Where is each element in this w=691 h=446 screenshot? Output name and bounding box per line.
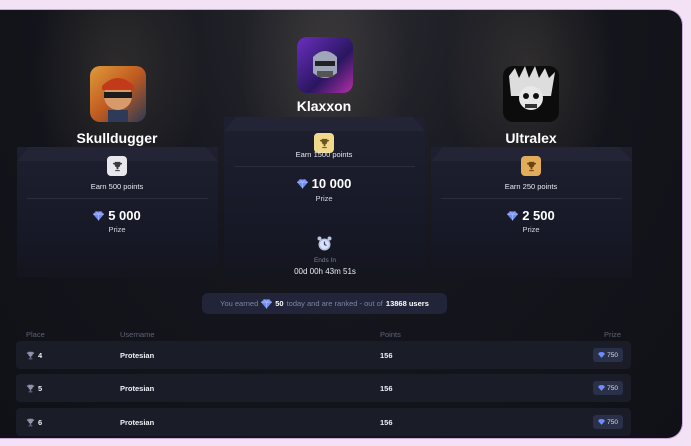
trophy-icon [521,156,541,176]
trophy-icon [26,384,35,392]
table-row[interactable]: 5 Protesian 156 750 [16,374,631,402]
prize-label: Prize [522,225,540,234]
prize-label: Prize [315,194,333,203]
podium-prize-second: 5 000 [17,208,217,223]
timer-value: 00d 00h 43m 51s [294,267,356,276]
podium-name-second: Skulldugger [76,130,158,146]
gem-icon [598,385,606,391]
podium-name-first: Klaxxon [296,98,352,114]
divider [27,198,208,199]
column-header-place: Place [26,330,45,339]
gem-icon [261,298,273,309]
gem-icon [598,352,606,358]
trophy-icon [26,418,35,426]
avatar-klaxxon[interactable] [297,37,353,93]
row-points: 156 [380,350,393,360]
avatar-skulldugger[interactable] [90,66,146,122]
row-username: Protesian [120,383,155,393]
podium-goal-first: Earn 1500 points [295,150,353,159]
leaderboard-panel: Skulldugger Klaxxon Ultralex Earn 500 po… [0,9,683,439]
column-header-username: Username [120,330,155,339]
row-place: 5 [26,374,42,402]
alarm-clock-icon [317,236,332,251]
podium-prize-first: 10 000 [224,176,424,191]
gem-icon [296,178,308,189]
row-username: Protesian [120,350,155,360]
gem-icon [598,419,606,425]
avatar-ultralex[interactable] [503,66,559,122]
row-points: 156 [380,383,393,393]
trophy-icon [26,351,35,359]
row-prize: 750 [593,348,623,362]
column-header-prize: Prize [604,330,622,339]
podium-name-third: Ultralex [505,130,557,146]
podium-goal-third: Earn 250 points [504,182,558,191]
summary-middle: today and are ranked - out of [286,299,383,308]
rank-summary: You earned 50 today and are ranked - out… [202,293,447,314]
timer-label: Ends In [313,257,337,264]
prize-label: Prize [108,225,126,234]
divider [441,198,622,199]
summary-amount: 50 [275,299,284,308]
row-place: 4 [26,341,42,369]
divider [234,166,415,167]
gem-icon [93,210,105,221]
table-row[interactable]: 6 Protesian 156 750 [16,408,631,436]
row-place: 6 [26,408,42,436]
summary-total: 13868 users [385,299,429,308]
table-row[interactable]: 4 Protesian 156 750 [16,341,631,369]
trophy-icon [107,156,127,176]
column-header-points: Points [380,330,401,339]
row-prize: 750 [593,381,623,395]
row-prize: 750 [593,415,623,429]
row-points: 156 [380,417,393,427]
row-username: Protesian [120,417,155,427]
gem-icon [507,210,519,221]
podium-goal-second: Earn 500 points [90,182,144,191]
podium-prize-third: 2 500 [431,208,631,223]
summary-prefix: You earned [220,299,259,308]
